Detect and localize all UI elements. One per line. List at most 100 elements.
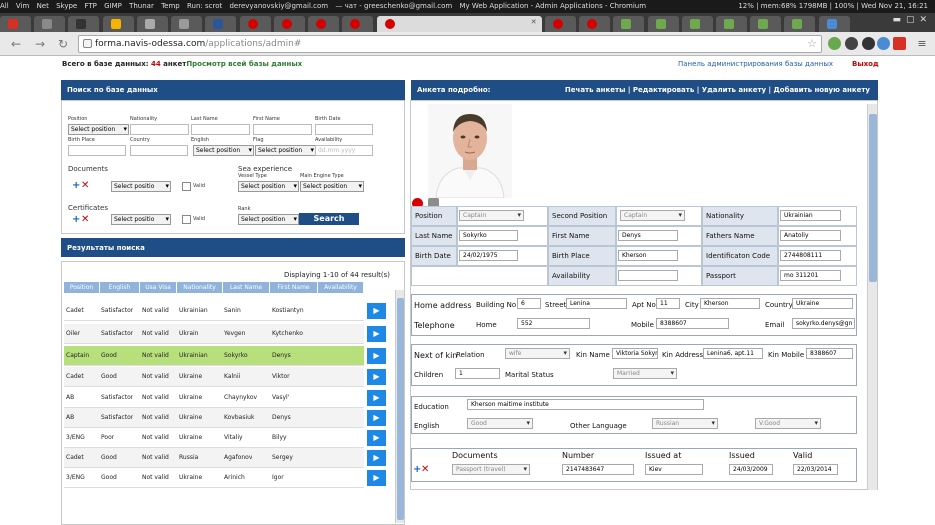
document-number-field[interactable]: 2147483647 [562, 464, 634, 475]
tab-6[interactable] [171, 16, 203, 32]
tab-gmail[interactable] [0, 16, 31, 32]
main-engine-type-select[interactable]: Select position [300, 181, 364, 192]
first-name-input[interactable] [253, 124, 312, 135]
add-icon[interactable]: + [72, 215, 80, 225]
panel-item-gimp[interactable]: GIMP [104, 2, 122, 10]
tab-18[interactable] [715, 16, 747, 32]
document-issued-field[interactable]: 24/03/2009 [729, 464, 773, 475]
availability-field[interactable] [618, 270, 678, 281]
reload-icon[interactable]: ↻ [55, 36, 71, 52]
tab-active[interactable]: ✕ [376, 16, 542, 32]
tab-21[interactable] [818, 16, 850, 32]
last-name-input[interactable] [191, 124, 250, 135]
kin-address-field[interactable]: Lenina6, apt.11 [703, 348, 763, 359]
scroll-thumb[interactable] [397, 298, 404, 520]
col-usa-visa[interactable]: Usa Visa [140, 282, 177, 293]
admin-panel-link[interactable]: Панель администрирования базы данных [678, 60, 833, 68]
panel-item-vim[interactable]: Vim [16, 2, 29, 10]
panel-item-temp[interactable]: Temp [161, 2, 180, 10]
city-field[interactable]: Kherson [700, 298, 760, 309]
view-all-link[interactable]: Просмотр всей базы данных [186, 60, 302, 68]
open-record-button[interactable]: ▶ [367, 326, 386, 342]
open-record-button[interactable]: ▶ [367, 348, 386, 364]
country-input[interactable] [130, 145, 188, 156]
apt-field[interactable]: 11 [656, 298, 680, 309]
home-phone-field[interactable]: 552 [517, 318, 590, 329]
availability-date-input[interactable]: dd.mm.yyyy [315, 145, 373, 156]
tab-19[interactable] [750, 16, 782, 32]
tab-16[interactable] [647, 16, 679, 32]
documents-valid-checkbox[interactable] [182, 182, 191, 191]
other-language-select[interactable]: Russian [652, 418, 718, 429]
scroll-thumb[interactable] [869, 114, 877, 282]
document-valid-field[interactable]: 22/03/2014 [793, 464, 838, 475]
relation-select[interactable]: wife [505, 348, 570, 359]
panel-item-skype[interactable]: Skype [56, 2, 77, 10]
english-select[interactable]: Good [467, 418, 533, 429]
extension-icon[interactable] [877, 37, 890, 50]
second-position-select[interactable]: Captain [620, 210, 685, 221]
open-record-button[interactable]: ▶ [367, 470, 386, 486]
country-field[interactable]: Ukraine [792, 298, 853, 309]
col-position[interactable]: Position [64, 282, 100, 293]
table-row[interactable]: AB Satisfactor Not valid Ukraine Chaynykov Va… [64, 388, 364, 408]
tab-8[interactable] [239, 16, 271, 32]
rank-select[interactable]: Select position [238, 214, 299, 225]
document-type-select[interactable]: Passport (travel) [452, 464, 530, 475]
mobile-field[interactable]: 8388607 [656, 318, 729, 329]
email-field[interactable]: sokyrko.denys@gn [792, 318, 855, 329]
document-issued-at-field[interactable]: Kiev [645, 464, 703, 475]
table-row[interactable]: 3/ENG Poor Not valid Ukraine Vitaliy Bilyy [64, 428, 364, 448]
birth-place-field[interactable]: Kherson [618, 250, 678, 261]
table-row[interactable]: Captain Good Not valid Ukrainian Sokyrko Deny… [64, 346, 364, 366]
panel-item-run[interactable]: Run: scrot [187, 2, 222, 10]
building-field[interactable]: 6 [517, 298, 541, 309]
tab-2[interactable] [34, 16, 66, 32]
open-record-button[interactable]: ▶ [367, 410, 386, 426]
star-icon[interactable]: ☆ [807, 36, 817, 52]
other-language-level-select[interactable]: V.Good [755, 418, 821, 429]
english-select[interactable]: Select position [193, 145, 254, 156]
col-nationality[interactable]: Nationality [177, 282, 223, 293]
menu-icon[interactable]: ≡ [914, 36, 930, 52]
vessel-type-select[interactable]: Select position [238, 181, 299, 192]
window-controls[interactable]: ▬▢✕ [892, 15, 932, 25]
certificates-select[interactable]: Select positio [111, 214, 171, 225]
kin-name-field[interactable]: Viktoria Sokyr [612, 348, 658, 359]
table-row[interactable]: AB Satisfactor Not valid Ukraine Kovbasiuk De… [64, 408, 364, 428]
passport-field[interactable]: mo 311201 [780, 270, 841, 281]
results-scrollbar[interactable] [395, 290, 404, 523]
tab-17[interactable] [681, 16, 713, 32]
panel-item-net[interactable]: Net [37, 2, 49, 10]
tab-11[interactable] [342, 16, 374, 32]
tab-9[interactable] [273, 16, 305, 32]
open-record-button[interactable]: ▶ [367, 450, 386, 466]
back-icon[interactable]: ← [8, 36, 24, 52]
col-english[interactable]: English [100, 282, 140, 293]
nationality-field[interactable]: Ukrainian [780, 210, 841, 221]
settings-icon[interactable] [862, 37, 875, 50]
tab-10[interactable] [308, 16, 340, 32]
tab-15[interactable] [613, 16, 645, 32]
fathers-name-field[interactable]: Anatoliy [780, 230, 841, 241]
logout-link[interactable]: Выход [852, 60, 879, 68]
nationality-input[interactable] [130, 124, 189, 135]
address-bar[interactable]: forma.navis-odessa.com/applications/admi… [78, 35, 822, 53]
remove-icon[interactable]: ✕ [421, 465, 429, 475]
table-row[interactable]: Cadet Good Not valid Ukraine Kalnii Viktor [64, 367, 364, 387]
ident-code-field[interactable]: 2744808111 [780, 250, 841, 261]
panel-item-all[interactable]: All [0, 2, 9, 10]
first-name-field[interactable]: Denys [618, 230, 678, 241]
birth-date-field[interactable]: 24/02/1975 [459, 250, 518, 261]
position-select[interactable]: Captain [459, 210, 524, 221]
marital-status-select[interactable]: Married [613, 368, 677, 379]
extension-icon[interactable] [828, 37, 841, 50]
tab-14[interactable] [579, 16, 611, 32]
position-select[interactable]: Select position [68, 124, 129, 135]
documents-select[interactable]: Select positio [111, 181, 171, 192]
forward-icon[interactable]: → [32, 36, 48, 52]
certificates-valid-checkbox[interactable] [182, 215, 191, 224]
tab-20[interactable] [784, 16, 816, 32]
tab-5[interactable] [136, 16, 168, 32]
tab-13[interactable] [544, 16, 576, 32]
